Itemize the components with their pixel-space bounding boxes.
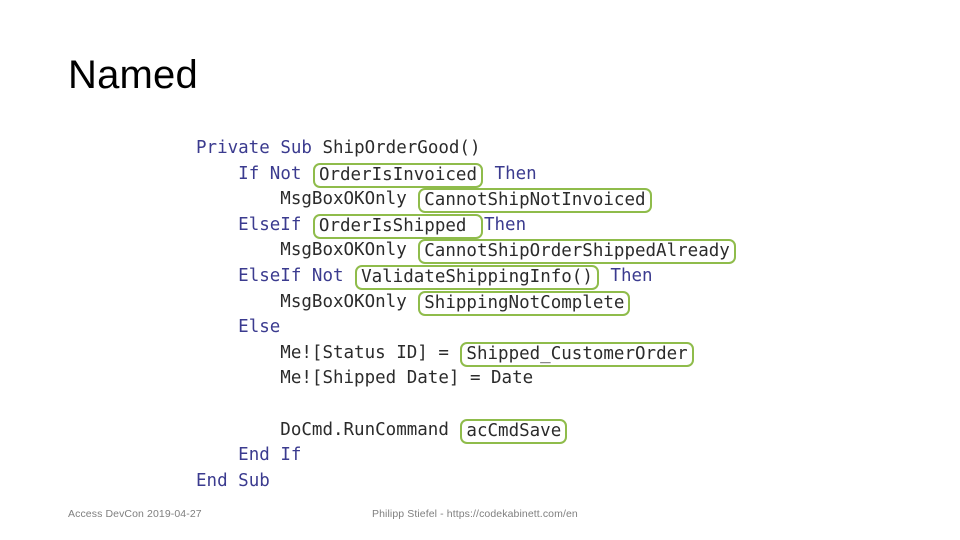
code-text: MsgBoxOKOnly — [280, 291, 418, 312]
code-line: DoCmd.RunCommand acCmdSave — [196, 418, 737, 444]
code-keyword: If — [238, 163, 260, 184]
code-line: ElseIf OrderIsShipped Then — [196, 213, 737, 239]
code-keyword: Sub — [280, 138, 312, 158]
code-line: MsgBoxOKOnly CannotShipOrderShippedAlrea… — [196, 238, 737, 265]
named-constant-highlight: ValidateShippingInfo() — [355, 264, 599, 290]
slide-canvas: Named Private Sub ShipOrderGood() If Not… — [0, 0, 960, 540]
code-line: Me![Shipped Date] = Date — [196, 366, 737, 392]
code-line: End If — [196, 443, 737, 469]
named-constant-highlight: OrderIsInvoiced — [312, 162, 483, 188]
code-text: DoCmd.RunCommand — [280, 419, 460, 440]
code-line: If Not OrderIsInvoiced Then — [196, 162, 737, 188]
code-line: MsgBoxOKOnly ShippingNotComplete — [196, 290, 737, 316]
code-line: MsgBoxOKOnly CannotShipNotInvoiced — [196, 187, 737, 214]
footer-event-label: Access DevCon 2019-04-27 — [68, 508, 202, 520]
named-constant-highlight: CannotShipNotInvoiced — [418, 188, 652, 214]
code-keyword: Private — [196, 138, 270, 158]
code-line: Else — [196, 315, 737, 341]
named-constant-highlight: Shipped_CustomerOrder — [460, 341, 694, 367]
page-title: Named — [68, 53, 198, 97]
named-constant-highlight: acCmdSave — [460, 418, 568, 444]
footer-author-label: Philipp Stiefel - https://codekabinett.c… — [372, 508, 578, 520]
code-keyword: ElseIf — [238, 265, 302, 286]
code-text: MsgBoxOKOnly — [280, 240, 418, 261]
code-line: ElseIf Not ValidateShippingInfo() Then — [196, 264, 737, 290]
code-keyword: Not — [311, 265, 344, 286]
code-keyword: Else — [238, 317, 281, 338]
code-keyword: Sub — [238, 470, 270, 491]
code-keyword: Then — [483, 214, 527, 235]
named-constant-highlight: OrderIsShipped — [312, 213, 483, 239]
code-text: MsgBoxOKOnly — [280, 189, 418, 210]
code-text: ShipOrderGood() — [322, 138, 481, 158]
code-text: Me![Shipped Date] = Date — [280, 368, 534, 389]
code-text: Me![Status ID] = — [280, 342, 460, 363]
named-constant-highlight: ShippingNotComplete — [418, 290, 631, 316]
named-constant-highlight: CannotShipOrderShippedAlready — [418, 239, 736, 265]
code-line: Me![Status ID] = Shipped_CustomerOrder — [196, 341, 737, 367]
code-line: End Sub — [196, 469, 737, 495]
slide-footer: Access DevCon 2019-04-27 Philipp Stiefel… — [0, 508, 960, 528]
code-keyword: Then — [610, 265, 653, 286]
code-keyword: Then — [494, 163, 537, 184]
code-keyword: End — [238, 445, 270, 466]
code-keyword: If — [280, 445, 302, 466]
code-keyword: ElseIf — [238, 214, 302, 235]
code-listing: Private Sub ShipOrderGood() If Not Order… — [196, 136, 737, 494]
code-keyword: End — [196, 470, 228, 491]
code-keyword: Not — [269, 163, 302, 184]
code-line: Private Sub ShipOrderGood() — [196, 136, 737, 162]
